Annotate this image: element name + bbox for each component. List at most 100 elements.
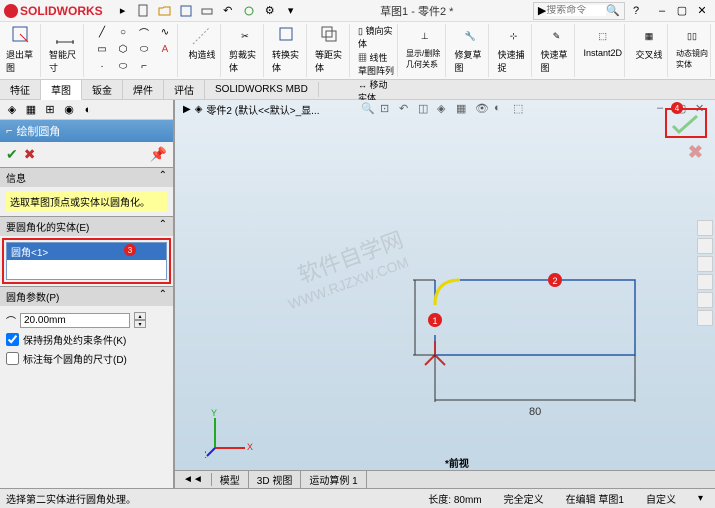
- quick-snap-button[interactable]: ⊹ 快速捕捉: [497, 24, 529, 74]
- trim-button[interactable]: ✂ 剪裁实体: [229, 24, 261, 74]
- pattern-button[interactable]: ▦ 线性草图阵列: [358, 51, 395, 77]
- search-input[interactable]: [546, 5, 606, 16]
- solidworks-icon: [4, 4, 18, 18]
- line-tool[interactable]: ╱: [92, 24, 112, 40]
- info-section-header[interactable]: 信息⌃: [0, 168, 173, 187]
- rect-edges[interactable]: [435, 280, 635, 355]
- options-icon[interactable]: ⚙: [260, 2, 280, 20]
- keep-constraints-row[interactable]: 保持拐角处约束条件(K): [6, 330, 167, 349]
- ok-button[interactable]: ✔: [6, 146, 18, 163]
- rect-tool[interactable]: ▭: [92, 41, 112, 57]
- dimension-width[interactable]: 80: [435, 355, 635, 418]
- undo-icon[interactable]: ↶: [218, 2, 238, 20]
- appearance-icon[interactable]: ◐: [494, 102, 510, 118]
- display-style-icon[interactable]: ▦: [456, 102, 472, 118]
- feature-tree-icon[interactable]: ◈: [4, 102, 20, 118]
- tab-feature[interactable]: 特征: [0, 80, 41, 99]
- slot-tool[interactable]: ⬭: [113, 58, 133, 74]
- pushpin-button[interactable]: 📌: [150, 146, 167, 163]
- search-arrow-icon[interactable]: ▶: [538, 4, 546, 17]
- tab-sheet[interactable]: 钣金: [82, 80, 123, 99]
- display-relations-button[interactable]: ⊥ 显示/删除几何关系: [406, 24, 443, 70]
- design-lib-tab[interactable]: [697, 238, 713, 254]
- entities-highlight-box: 圆角<1> 3: [2, 238, 171, 284]
- tab-3dview[interactable]: 3D 视图: [249, 471, 302, 488]
- rebuild-icon[interactable]: [239, 2, 259, 20]
- ellipse-tool[interactable]: ⬭: [134, 41, 154, 57]
- dyn-mirror-button[interactable]: ▯▯ 动态镜向实体: [676, 24, 708, 70]
- new-button[interactable]: ▸: [113, 2, 133, 20]
- display-icon[interactable]: ◐: [80, 102, 96, 118]
- minimize-button[interactable]: –: [653, 3, 671, 19]
- circle-tool[interactable]: ○: [113, 24, 133, 40]
- dim-each-checkbox[interactable]: [6, 352, 19, 365]
- file-new-icon[interactable]: [134, 2, 154, 20]
- keep-constraints-checkbox[interactable]: [6, 333, 19, 346]
- convert-entities-button[interactable]: 转换实体: [272, 24, 304, 74]
- custom-props-tab[interactable]: [697, 310, 713, 326]
- prev-view-icon[interactable]: ↶: [399, 102, 415, 118]
- watermark: 软件自学网: [293, 222, 407, 290]
- restore-button[interactable]: ▢: [673, 3, 691, 19]
- spin-up[interactable]: ▴: [134, 312, 146, 320]
- entities-section-header[interactable]: 要圆角化的实体(E)⌃: [0, 217, 173, 236]
- nav-prev[interactable]: ◄◄: [175, 473, 212, 486]
- save-icon[interactable]: [176, 2, 196, 20]
- tab-model[interactable]: 模型: [212, 471, 249, 488]
- help-icon[interactable]: ?: [627, 3, 645, 19]
- config-icon[interactable]: ⊞: [42, 102, 58, 118]
- mirror-button[interactable]: ▯ 镜向实体: [358, 24, 395, 50]
- appearances-tab[interactable]: [697, 292, 713, 308]
- view-palette-tab[interactable]: [697, 274, 713, 290]
- cancel-button[interactable]: ✖: [24, 146, 36, 163]
- chevron-icon[interactable]: ▶: [183, 104, 191, 115]
- exit-sketch-button[interactable]: 退出草图: [6, 24, 38, 74]
- entity-item[interactable]: 圆角<1> 3: [7, 243, 166, 260]
- property-mgr-icon[interactable]: ▦: [23, 102, 39, 118]
- status-menu-icon[interactable]: ▾: [692, 493, 709, 504]
- spline-tool[interactable]: ∿: [155, 24, 175, 40]
- status-custom[interactable]: 自定义: [640, 491, 682, 506]
- view-orient-icon[interactable]: ◈: [437, 102, 453, 118]
- graphics-area[interactable]: ▶ ◈ 零件2 (默认<<默认>_显... 🔍 ⊡ ↶ ◫ ◈ ▦ 👁 ◐ ⬚ …: [175, 100, 715, 488]
- radius-input[interactable]: [20, 313, 130, 328]
- close-button[interactable]: ✕: [693, 3, 711, 19]
- construction-line-button[interactable]: 构造线: [186, 24, 218, 61]
- point-tool[interactable]: ·: [92, 58, 112, 74]
- tab-mbd[interactable]: SOLIDWORKS MBD: [205, 82, 319, 97]
- tab-motion[interactable]: 运动算例 1: [301, 471, 366, 488]
- entity-list[interactable]: 圆角<1> 3: [6, 242, 167, 280]
- fillet-tool[interactable]: ⌐: [134, 58, 154, 74]
- shaded-button[interactable]: ▦ 交叉线: [633, 24, 665, 61]
- smart-dimension-button[interactable]: 智能尺寸: [49, 24, 81, 74]
- search-icon[interactable]: 🔍: [606, 4, 620, 17]
- params-section-header[interactable]: 圆角参数(P)⌃: [0, 287, 173, 306]
- spin-down[interactable]: ▾: [134, 320, 146, 328]
- arc-tool[interactable]: ⌒: [134, 24, 154, 40]
- dimxpert-icon[interactable]: ◉: [61, 102, 77, 118]
- breadcrumb-text[interactable]: 零件2 (默认<<默认>_显...: [206, 102, 319, 117]
- quick-sketch-button[interactable]: ✎ 快速草图: [540, 24, 572, 74]
- polygon-tool[interactable]: ⬡: [113, 41, 133, 57]
- open-icon[interactable]: [155, 2, 175, 20]
- instant2d-button[interactable]: ⬚ Instant2D: [583, 24, 622, 58]
- repair-button[interactable]: 🔧 修复草图: [454, 24, 486, 74]
- zoom-fit-icon[interactable]: 🔍: [361, 102, 377, 118]
- text-tool[interactable]: A: [155, 41, 175, 57]
- offset-button[interactable]: 等距实体: [315, 24, 347, 74]
- print-icon[interactable]: [197, 2, 217, 20]
- zoom-area-icon[interactable]: ⊡: [380, 102, 396, 118]
- cancel-corner-icon[interactable]: ✖: [688, 142, 703, 163]
- fillet-preview[interactable]: [435, 280, 460, 305]
- tab-weld[interactable]: 焊件: [123, 80, 164, 99]
- section-icon[interactable]: ◫: [418, 102, 434, 118]
- scene-icon[interactable]: ⬚: [513, 102, 529, 118]
- hide-show-icon[interactable]: 👁: [475, 102, 491, 118]
- tab-eval[interactable]: 评估: [164, 80, 205, 99]
- offset-icon: [319, 24, 343, 48]
- file-explorer-tab[interactable]: [697, 256, 713, 272]
- resources-tab[interactable]: [697, 220, 713, 236]
- dim-each-row[interactable]: 标注每个圆角的尺寸(D): [6, 349, 167, 368]
- options2-icon[interactable]: ▾: [281, 2, 301, 20]
- tab-sketch[interactable]: 草图: [41, 80, 82, 100]
